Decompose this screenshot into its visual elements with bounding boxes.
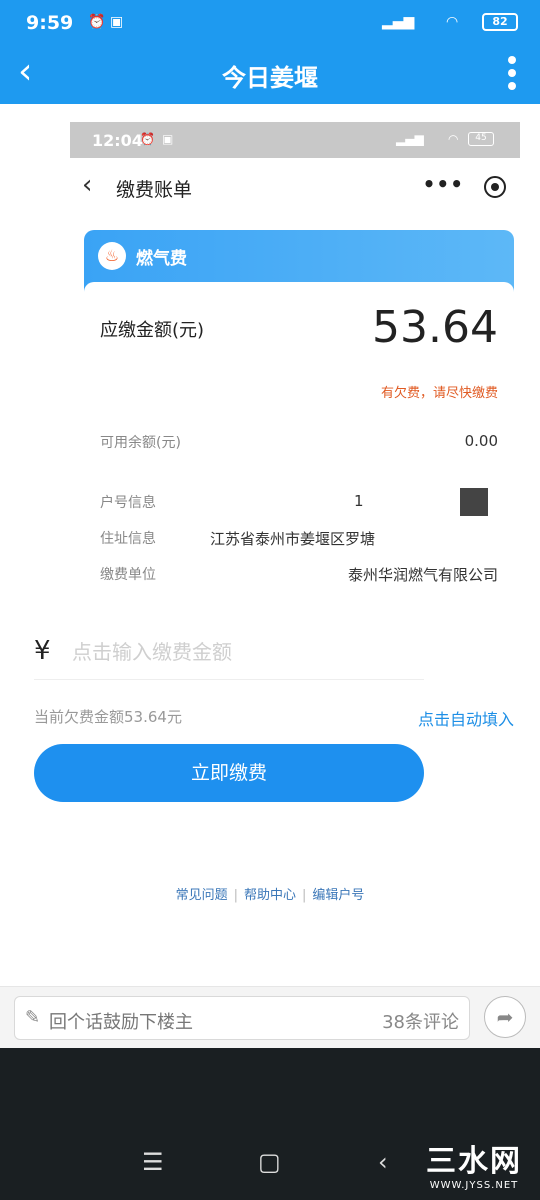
embedded-battery-indicator: 45 bbox=[468, 132, 494, 146]
page-title: 今日姜堰 bbox=[222, 64, 318, 92]
bill-card: 应缴金额(元) 53.64 有欠费，请尽快缴费 可用余额(元) 0.00 户号信… bbox=[84, 282, 514, 602]
help-center-link[interactable]: 帮助中心 bbox=[244, 888, 296, 903]
embedded-status-bar: 12:04 ⏰ ▣ ▂▄▆ ◠ 45 bbox=[70, 122, 520, 158]
signal-icon: ▂▄▆ bbox=[382, 14, 415, 30]
embedded-status-time: 12:04 bbox=[92, 131, 143, 150]
address-value: 江苏省泰州市姜堰区罗塘 bbox=[210, 530, 376, 548]
watermark-url: WWW.JYSS.NET bbox=[429, 1180, 519, 1191]
payment-amount-input[interactable] bbox=[72, 634, 412, 670]
address-label: 住址信息 bbox=[100, 531, 156, 547]
faq-link[interactable]: 常见问题 bbox=[176, 888, 228, 903]
unit-label: 缴费单位 bbox=[100, 567, 156, 583]
link-separator: | bbox=[302, 888, 307, 903]
balance-value: 0.00 bbox=[464, 432, 498, 450]
embedded-alarm-icon: ⏰ bbox=[140, 132, 155, 146]
amount-due-label: 应缴金额(元) bbox=[100, 320, 205, 341]
unit-value: 泰州华润燃气有限公司 bbox=[347, 566, 498, 584]
comment-count[interactable]: 38条评论 bbox=[382, 1008, 459, 1034]
watermark-logo: 三水网 bbox=[426, 1144, 522, 1179]
autofill-link[interactable]: 点击自动填入 bbox=[418, 706, 514, 730]
embedded-signal-icon: ▂▄▆ bbox=[396, 132, 424, 146]
nav-back-icon[interactable]: ‹ bbox=[378, 1148, 388, 1176]
bill-title: 缴费账单 bbox=[116, 179, 193, 201]
pen-icon: ✎ bbox=[25, 1007, 41, 1028]
edit-account-link[interactable]: 编辑户号 bbox=[312, 888, 364, 903]
comment-input[interactable]: ✎ 回个话鼓励下楼主 38条评论 bbox=[14, 996, 470, 1040]
system-nav-bar: ☰ ▢ ‹ 三水网 WWW.JYSS.NET bbox=[0, 1048, 540, 1200]
nfc-icon: ▣ bbox=[110, 14, 124, 30]
status-time: 9:59 bbox=[26, 12, 74, 34]
balance-label: 可用余额(元) bbox=[100, 435, 181, 451]
wifi-icon: ◠ bbox=[446, 14, 459, 30]
more-icon[interactable] bbox=[508, 56, 518, 95]
embedded-header: ‹ 缴费账单 ••• bbox=[70, 158, 520, 218]
embedded-nfc-icon: ▣ bbox=[162, 132, 174, 146]
footer-links: 常见问题 | 帮助中心 | 编辑户号 bbox=[0, 884, 540, 903]
redaction-block bbox=[460, 488, 488, 516]
comment-bar: ✎ 回个话鼓励下楼主 38条评论 ➦ bbox=[0, 986, 540, 1048]
app-bar: ‹ 今日姜堰 bbox=[0, 44, 540, 104]
embedded-wifi-icon: ◠ bbox=[448, 132, 459, 146]
share-icon[interactable]: ➦ bbox=[484, 996, 526, 1038]
embedded-more-icon[interactable]: ••• bbox=[423, 172, 464, 196]
embedded-back-icon[interactable]: ‹ bbox=[82, 170, 92, 200]
status-bar: 9:59 ⏰ ▣ ▂▄▆ ◠ 82 bbox=[0, 0, 540, 44]
battery-indicator: 82 bbox=[482, 13, 518, 31]
menu-icon[interactable]: ☰ bbox=[142, 1148, 164, 1176]
account-value: 1 bbox=[354, 492, 364, 510]
bill-type-label: 燃气费 bbox=[136, 249, 187, 269]
post-content: 12:04 ⏰ ▣ ▂▄▆ ◠ 45 ‹ 缴费账单 ••• ♨ 燃气费 应缴金额… bbox=[0, 104, 540, 986]
owed-amount-text: 当前欠费金额53.64元 bbox=[34, 708, 182, 726]
alarm-icon: ⏰ bbox=[88, 14, 106, 30]
home-icon[interactable]: ▢ bbox=[258, 1148, 281, 1176]
currency-symbol: ¥ bbox=[34, 636, 51, 666]
watermark: 三水网 WWW.JYSS.NET bbox=[426, 1136, 522, 1191]
comment-placeholder: 回个话鼓励下楼主 bbox=[49, 1012, 193, 1033]
flame-icon: ♨ bbox=[98, 242, 126, 270]
pay-now-button[interactable]: 立即缴费 bbox=[34, 744, 424, 802]
payment-amount-row: ¥ bbox=[34, 624, 424, 680]
amount-due-value: 53.64 bbox=[372, 302, 498, 353]
account-label: 户号信息 bbox=[100, 495, 156, 511]
target-icon[interactable] bbox=[484, 176, 506, 198]
link-separator: | bbox=[233, 888, 238, 903]
arrears-warning: 有欠费，请尽快缴费 bbox=[380, 386, 498, 401]
